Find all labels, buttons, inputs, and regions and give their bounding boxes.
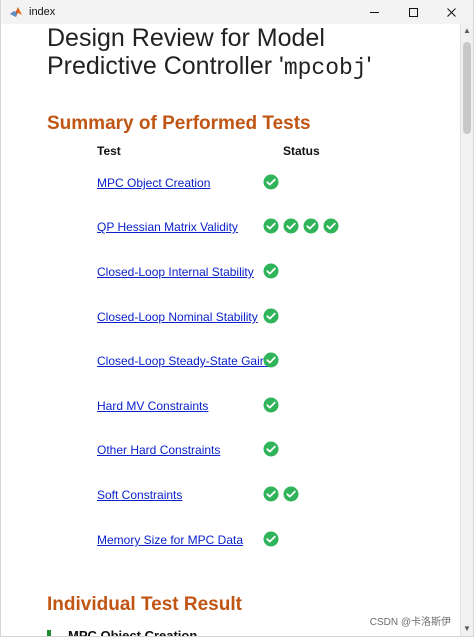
check-circle-icon: [263, 531, 279, 547]
report-title: Design Review for Model Predictive Contr…: [47, 24, 437, 82]
test-status: [263, 173, 279, 191]
check-circle-icon: [283, 218, 299, 234]
matlab-icon: [9, 5, 23, 19]
test-link-memory-size-for-mpc-data[interactable]: Memory Size for MPC Data: [97, 533, 243, 547]
test-column-header: Test: [97, 144, 121, 158]
check-circle-icon: [283, 486, 299, 502]
check-circle-icon: [323, 218, 339, 234]
scrollbar-thumb[interactable]: [463, 42, 471, 134]
check-circle-icon: [263, 218, 279, 234]
close-button[interactable]: [433, 0, 473, 24]
title-bar-left: index: [1, 5, 355, 19]
test-row: Closed-Loop Internal Stability: [97, 262, 397, 284]
test-row: Closed-Loop Nominal Stability: [97, 307, 397, 329]
test-link-closed-loop-internal-stability[interactable]: Closed-Loop Internal Stability: [97, 265, 254, 279]
test-link-closed-loop-nominal-stability[interactable]: Closed-Loop Nominal Stability: [97, 310, 258, 324]
test-row: MPC Object Creation: [97, 173, 397, 195]
check-circle-icon: [303, 218, 319, 234]
check-circle-icon: [263, 263, 279, 279]
report-window: index Design Review for Model Predictive…: [0, 0, 474, 637]
test-link-mpc-object-creation[interactable]: MPC Object Creation: [97, 176, 210, 190]
check-circle-icon: [263, 486, 279, 502]
test-row: Other Hard Constraints: [97, 440, 397, 462]
test-link-other-hard-constraints[interactable]: Other Hard Constraints: [97, 443, 220, 457]
summary-heading: Summary of Performed Tests: [47, 113, 311, 134]
test-row: Hard MV Constraints: [97, 396, 397, 418]
report-title-line-2-suffix: ': [366, 52, 372, 80]
scroll-down-arrow-icon[interactable]: ▼: [463, 624, 471, 634]
test-row: Memory Size for MPC Data: [97, 530, 397, 552]
check-circle-icon: [263, 397, 279, 413]
test-row: Soft Constraints: [97, 485, 397, 507]
scroll-up-arrow-icon[interactable]: ▲: [463, 26, 471, 36]
test-status: [263, 440, 279, 458]
controller-name: mpcobj: [283, 55, 367, 81]
check-circle-icon: [263, 352, 279, 368]
report-title-line-1: Design Review for Model: [47, 24, 325, 52]
check-circle-icon: [263, 308, 279, 324]
test-link-hard-mv-constraints[interactable]: Hard MV Constraints: [97, 399, 208, 413]
test-status: [263, 217, 339, 235]
test-link-qp-hessian-matrix-validity[interactable]: QP Hessian Matrix Validity: [97, 220, 238, 234]
minimize-button[interactable]: [355, 0, 394, 24]
maximize-button[interactable]: [394, 0, 433, 24]
check-circle-icon: [263, 441, 279, 457]
test-link-closed-loop-steady-state-gains[interactable]: Closed-Loop Steady-State Gains: [97, 354, 272, 368]
window-title: index: [29, 6, 56, 18]
report-title-line-2-prefix: Predictive Controller ': [47, 52, 284, 80]
individual-result-heading: Individual Test Result: [47, 594, 242, 615]
test-status: [263, 396, 279, 414]
first-result-title: MPC Object Creation: [68, 628, 198, 636]
test-row: QP Hessian Matrix Validity: [97, 217, 397, 239]
test-link-soft-constraints[interactable]: Soft Constraints: [97, 488, 182, 502]
test-status: [263, 307, 279, 325]
title-bar: index: [1, 0, 473, 24]
status-column-header: Status: [283, 144, 320, 158]
test-status: [263, 485, 299, 503]
check-circle-icon: [263, 174, 279, 190]
vertical-scrollbar[interactable]: ▲ ▼: [460, 24, 473, 636]
test-row: Closed-Loop Steady-State Gains: [97, 351, 397, 373]
csdn-watermark: CSDN @卡洛斯伊: [369, 617, 451, 628]
test-status: [263, 530, 279, 548]
pass-indicator-bar: [47, 630, 51, 636]
test-status: [263, 351, 279, 369]
test-status: [263, 262, 279, 280]
report-content: Design Review for Model Predictive Contr…: [1, 24, 460, 636]
summary-table-header: Test Status: [97, 144, 397, 160]
window-controls: [355, 0, 473, 24]
